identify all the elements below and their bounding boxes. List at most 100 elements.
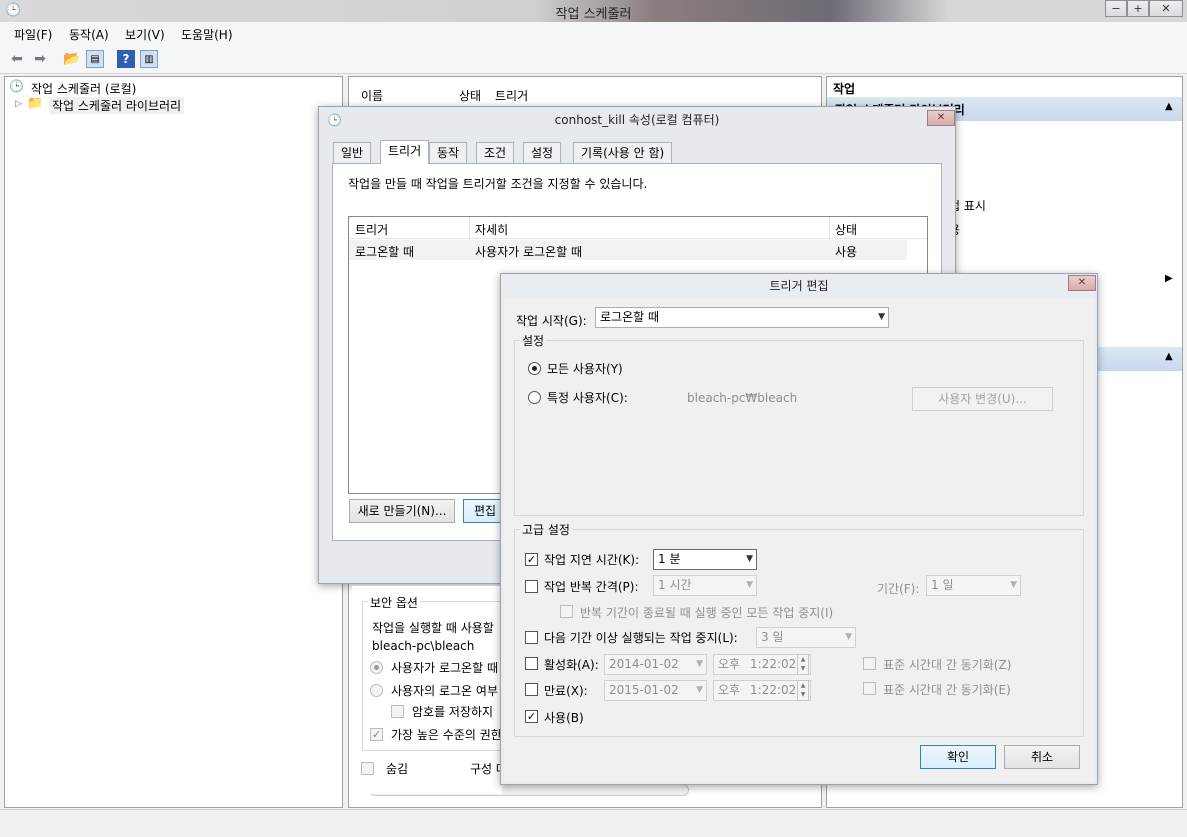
tab-history[interactable]: 기록(사용 안 함)	[573, 142, 673, 163]
hidden-checkbox[interactable]	[361, 762, 374, 775]
start-task-label: 작업 시작(G):	[516, 314, 587, 328]
specific-user-radio[interactable]	[528, 391, 541, 404]
col-trigger[interactable]: 트리거	[495, 87, 528, 104]
no-store-password-checkbox[interactable]	[391, 705, 404, 718]
any-user-label: 모든 사용자(Y)	[547, 362, 623, 376]
expand-arrow-icon[interactable]: ▷	[15, 99, 22, 109]
enabled-checkbox[interactable]: ✓	[525, 710, 538, 723]
sync-timezone-expire-label: 표준 시간대 간 동기화(E)	[883, 683, 1011, 697]
any-user-radio[interactable]	[528, 362, 541, 375]
highest-privileges-checkbox[interactable]: ✓	[370, 728, 383, 741]
col-status[interactable]: 상태	[835, 221, 857, 238]
col-status[interactable]: 상태	[459, 87, 481, 104]
repeat-label: 작업 반복 간격(P):	[544, 580, 639, 594]
run-whether-radio[interactable]	[370, 684, 383, 697]
tree-library[interactable]: 작업 스케줄러 라이브러리	[49, 97, 185, 114]
ok-button[interactable]: 확인	[920, 745, 996, 769]
col-detail[interactable]: 자세히	[475, 221, 508, 238]
activate-date-value: 2014-01-02	[609, 657, 679, 671]
enabled-label: 사용(B)	[544, 711, 584, 725]
activate-ampm: 오후	[718, 657, 741, 671]
row-detail: 사용자가 로그온할 때	[475, 245, 582, 259]
collapse-icon[interactable]: ▲	[1165, 351, 1173, 362]
delay-select[interactable]: 1 분 ▼	[653, 549, 757, 570]
col-name[interactable]: 이름	[361, 87, 383, 104]
menu-action[interactable]: 동작(A)	[69, 26, 109, 43]
start-task-select[interactable]: 로그온할 때 ▼	[595, 307, 889, 328]
activate-time-spinner[interactable]: ▲ ▼	[797, 654, 809, 675]
duration-value: 1 일	[931, 578, 954, 592]
sync-timezone-expire-checkbox[interactable]	[863, 682, 876, 695]
col-trigger[interactable]: 트리거	[355, 221, 388, 238]
tab-triggers[interactable]: 트리거	[380, 140, 430, 164]
submenu-arrow-icon: ▶	[1165, 273, 1173, 284]
properties-title: conhost_kill 속성(로컬 컴퓨터)	[554, 113, 720, 127]
minimize-button[interactable]: −	[1105, 0, 1127, 17]
tab-conditions[interactable]: 조건	[476, 142, 515, 163]
no-store-password-label: 암호를 저장하지	[412, 705, 494, 719]
menu-view[interactable]: 보기(V)	[125, 26, 165, 43]
repeat-select[interactable]: 1 시간 ▼	[653, 575, 757, 596]
console-tree: 🕒 작업 스케줄러 (로컬) ▷ 📁 작업 스케줄러 라이브러리	[4, 76, 343, 808]
back-arrow-icon[interactable]: ⬅	[8, 50, 26, 68]
help-icon[interactable]: ?	[117, 50, 135, 68]
change-user-button[interactable]: 사용자 변경(U)...	[912, 387, 1053, 411]
tab-settings[interactable]: 설정	[523, 142, 562, 163]
up-folder-icon[interactable]: 📂	[63, 50, 81, 68]
tab-general[interactable]: 일반	[333, 142, 372, 163]
table-row[interactable]: 로그온할 때 사용자가 로그온할 때 사용	[349, 240, 907, 260]
chevron-down-icon: ▼	[696, 685, 703, 695]
menu-help[interactable]: 도움말(H)	[181, 26, 233, 43]
stop-long-checkbox[interactable]	[525, 631, 538, 644]
folder-icon: 📁	[27, 96, 44, 111]
new-trigger-button[interactable]: 새로 만들기(N)...	[349, 499, 455, 523]
stop-long-select[interactable]: 3 일 ▼	[756, 627, 856, 648]
duration-select[interactable]: 1 일 ▼	[926, 575, 1021, 596]
start-task-value: 로그온할 때	[600, 310, 660, 324]
close-button[interactable]: ✕	[1149, 0, 1183, 17]
clock-icon: 🕒	[9, 79, 24, 93]
menu-file[interactable]: 파일(F)	[14, 26, 52, 43]
sync-timezone-activate-label: 표준 시간대 간 동기화(Z)	[883, 658, 1012, 672]
title-bar[interactable]: 🕒 작업 스케줄러 − + ✕	[0, 0, 1187, 22]
advanced-group-label: 고급 설정	[520, 521, 572, 538]
hidden-label: 숨김	[386, 762, 409, 776]
close-button[interactable]: ✕	[1068, 275, 1096, 291]
expire-date[interactable]: 2015-01-02 ▼	[604, 680, 707, 701]
settings-group-label: 설정	[520, 332, 547, 349]
delay-label: 작업 지연 시간(K):	[544, 553, 640, 567]
expire-time-spinner[interactable]: ▲ ▼	[797, 680, 809, 701]
delay-checkbox[interactable]: ✓	[525, 553, 538, 566]
activate-date[interactable]: 2014-01-02 ▼	[604, 654, 707, 675]
expire-date-value: 2015-01-02	[609, 683, 679, 697]
maximize-button[interactable]: +	[1127, 0, 1149, 17]
run-logged-on-radio[interactable]	[370, 661, 383, 674]
forward-arrow-icon[interactable]: ➡	[31, 50, 49, 68]
collapse-icon[interactable]: ▲	[1165, 101, 1173, 112]
expire-checkbox[interactable]	[525, 683, 538, 696]
security-group-label: 보안 옵션	[368, 594, 420, 611]
specific-user-value: bleach-pc₩bleach	[687, 391, 798, 405]
status-bar	[0, 809, 1187, 837]
chevron-down-icon: ▼	[1010, 580, 1017, 590]
run-as-label: 작업을 실행할 때 사용할	[372, 621, 494, 635]
activate-checkbox[interactable]	[525, 657, 538, 670]
chevron-down-icon: ▼	[746, 554, 753, 564]
tab-actions[interactable]: 동작	[429, 142, 468, 163]
chevron-down-icon: ▼	[878, 312, 885, 322]
delay-value: 1 분	[658, 552, 681, 566]
cancel-button[interactable]: 취소	[1004, 745, 1080, 769]
trigger-list-header: 트리거 자세히 상태	[349, 217, 927, 239]
sync-timezone-activate-checkbox[interactable]	[863, 657, 876, 670]
stop-repeat-checkbox[interactable]	[560, 605, 573, 618]
tree-root[interactable]: 작업 스케줄러 (로컬)	[31, 80, 136, 97]
stop-repeat-label: 반복 기간이 종료될 때 실행 중인 모든 작업 중지(I)	[580, 606, 834, 620]
repeat-checkbox[interactable]	[525, 580, 538, 593]
specific-user-label: 특정 사용자(C):	[547, 391, 628, 405]
close-button[interactable]: ✕	[927, 110, 955, 126]
show-action-pane-icon[interactable]: ▥	[140, 50, 158, 68]
activate-label: 활성화(A):	[544, 658, 599, 672]
show-hide-tree-icon[interactable]: ▤	[86, 50, 104, 68]
duration-label: 기간(F):	[877, 582, 920, 596]
chevron-down-icon: ▼	[845, 632, 852, 642]
